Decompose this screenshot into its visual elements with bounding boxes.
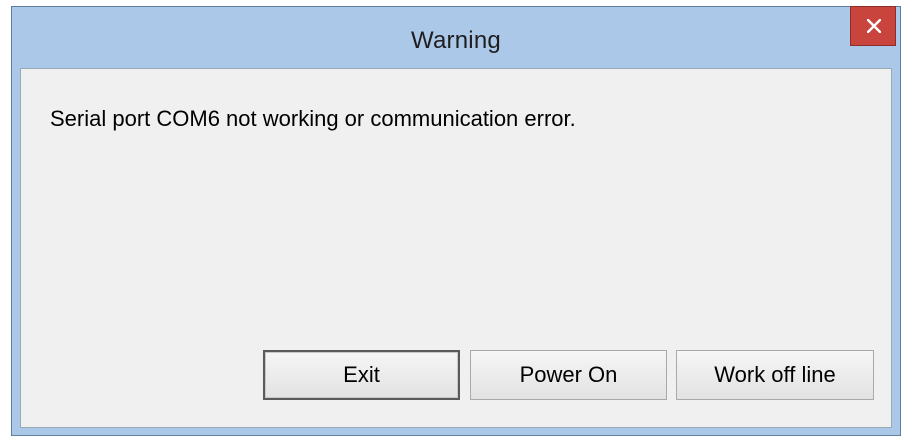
warning-dialog: Warning Serial port COM6 not working or … (11, 6, 901, 436)
warning-message: Serial port COM6 not working or communic… (50, 106, 576, 131)
dialog-body: Serial port COM6 not working or communic… (20, 68, 892, 428)
title-bar[interactable]: Warning (12, 6, 900, 75)
close-button[interactable] (850, 6, 896, 46)
exit-button[interactable]: Exit (263, 350, 460, 400)
dialog-title: Warning (411, 27, 501, 54)
power-on-button[interactable]: Power On (470, 350, 667, 400)
work-off-line-button[interactable]: Work off line (676, 350, 874, 400)
close-icon (867, 19, 881, 33)
